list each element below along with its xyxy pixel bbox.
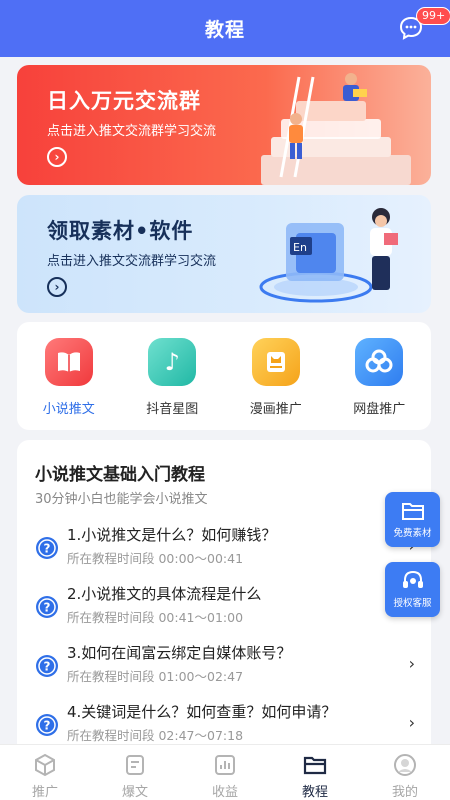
book-icon <box>44 338 93 386</box>
banner-free-materials[interactable]: 领取素材•软件 点击进入推文交流群学习交流 › En <box>17 195 431 313</box>
cloud-disk-icon <box>355 338 404 386</box>
tab-hot-articles[interactable]: 爆文 <box>90 745 180 800</box>
page-title: 教程 <box>204 19 245 41</box>
category-netdisk-promo[interactable]: 网盘推广 <box>334 338 424 430</box>
tutorial-title: 小说推文基础入门教程 <box>35 465 205 485</box>
comic-book-icon <box>251 338 300 386</box>
tab-label: 收益 <box>211 785 238 800</box>
tab-mine[interactable]: 我的 <box>360 745 450 800</box>
customer-service-label: 授权客服 <box>393 598 432 609</box>
cube-teacher-illustration: En <box>259 208 398 303</box>
books-ladder-illustration <box>261 73 411 185</box>
tutorial-question: 3.如何在闻富云绑定自媒体账号？ <box>67 644 292 662</box>
category-douyin-xingtu[interactable]: ♪ 抖音星图 <box>127 338 217 430</box>
message-button[interactable]: 99+ <box>398 7 450 41</box>
customer-service-button[interactable]: 授权客服 <box>385 562 440 617</box>
tutorial-time: 所在教程时间段 01:00～02:47 <box>67 669 244 684</box>
question-icon: ? <box>36 655 58 677</box>
category-label: 抖音星图 <box>146 402 199 417</box>
tab-label: 推广 <box>31 785 58 800</box>
folder-icon <box>303 756 327 775</box>
tutorial-item[interactable]: ? 3.如何在闻富云绑定自媒体账号？ 所在教程时间段 01:00～02:47 › <box>35 642 415 698</box>
free-materials-button[interactable]: 免费素材 <box>385 492 440 547</box>
unread-badge: 99+ <box>416 7 450 25</box>
user-icon <box>394 754 416 776</box>
folder-icon <box>401 503 424 520</box>
banner-title: 日入万元交流群 <box>47 89 201 113</box>
tutorial-question: 2.小说推文的具体流程是什么 <box>67 585 262 603</box>
category-novel-promo[interactable]: 小说推文 <box>24 338 114 430</box>
category-label: 小说推文 <box>42 402 95 417</box>
tutorial-card: 小说推文基础入门教程 30分钟小白也能学会小说推文 ? 1.小说推文是什么？如何… <box>17 440 431 760</box>
tab-label: 我的 <box>391 785 418 800</box>
tab-label: 爆文 <box>121 785 148 800</box>
cube-icon <box>35 753 55 777</box>
headset-icon <box>402 570 423 588</box>
category-label: 网盘推广 <box>353 402 406 417</box>
banner-subtitle: 点击进入推文交流群学习交流 <box>47 254 217 269</box>
banner-exchange-group[interactable]: 日入万元交流群 点击进入推文交流群学习交流 › <box>17 65 431 185</box>
svg-text:?: ? <box>44 719 51 733</box>
question-icon: ? <box>36 596 58 618</box>
top-bar: 教程 99+ <box>0 0 450 57</box>
category-comic-promo[interactable]: 漫画推广 <box>231 338 321 430</box>
chevron-right-icon: › <box>408 654 415 673</box>
svg-text:?: ? <box>44 601 51 615</box>
bottom-tab-bar: 推广 爆文 收益 教程 我的 <box>0 744 450 800</box>
svg-text:En: En <box>293 241 307 254</box>
tutorial-item[interactable]: ? 2.小说推文的具体流程是什么 所在教程时间段 00:41～01:00 <box>35 583 415 639</box>
tutorial-time: 所在教程时间段 02:47～07:18 <box>67 728 244 743</box>
tutorial-subtitle: 30分钟小白也能学会小说推文 <box>35 492 208 507</box>
tab-label: 教程 <box>301 785 328 800</box>
document-icon <box>126 755 144 775</box>
tab-promote[interactable]: 推广 <box>0 745 90 800</box>
category-label: 漫画推广 <box>249 402 302 417</box>
tutorial-time: 所在教程时间段 00:41～01:00 <box>67 610 244 625</box>
question-icon: ? <box>36 714 58 736</box>
tutorial-item[interactable]: ? 1.小说推文是什么？如何赚钱？ 所在教程时间段 00:00～00:41 › <box>35 524 415 580</box>
chevron-right-icon[interactable]: › <box>47 277 67 297</box>
tutorial-question: 4.关键词是什么？如何查重？如何申请？ <box>67 703 337 721</box>
chevron-right-icon[interactable]: › <box>47 147 67 167</box>
tutorial-question: 1.小说推文是什么？如何赚钱？ <box>67 526 277 544</box>
tab-earnings[interactable]: 收益 <box>180 745 270 800</box>
svg-text:?: ? <box>44 542 51 556</box>
bar-chart-icon <box>215 755 235 775</box>
chevron-right-icon: › <box>408 713 415 732</box>
question-icon: ? <box>36 537 58 559</box>
tab-tutorial[interactable]: 教程 <box>270 745 360 800</box>
svg-text:?: ? <box>44 660 51 674</box>
category-grid: 小说推文 ♪ 抖音星图 漫画推广 网盘推广 <box>17 322 431 430</box>
tutorial-time: 所在教程时间段 00:00～00:41 <box>67 551 244 566</box>
free-materials-label: 免费素材 <box>393 528 432 539</box>
banner-subtitle: 点击进入推文交流群学习交流 <box>47 124 217 139</box>
banner-title: 领取素材•软件 <box>47 219 194 243</box>
tiktok-icon: ♪ <box>148 338 197 386</box>
